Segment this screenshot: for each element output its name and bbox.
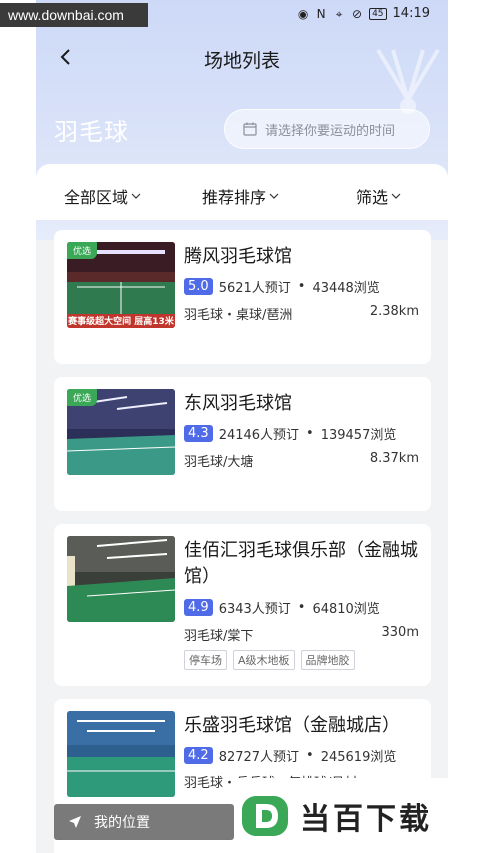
venue-name: 腾风羽毛球馆 xyxy=(184,246,292,267)
venue-distance: 330m xyxy=(381,625,419,640)
time-picker-placeholder: 请选择你要运动的时间 xyxy=(265,123,396,139)
photo-caption: 赛事级超大空间 层高13米 xyxy=(68,317,174,327)
chevron-down-icon xyxy=(131,193,141,199)
status-time: 14:19 xyxy=(392,6,430,21)
venue-photo xyxy=(67,711,175,797)
separator-dot: • xyxy=(306,426,314,441)
venue-name: 乐盛羽毛球馆（金融城店） xyxy=(184,715,400,736)
location-pin-icon: ⌖ xyxy=(335,6,343,21)
view-count: 245619浏览 xyxy=(320,750,397,765)
filter-screen-label: 筛选 xyxy=(356,188,389,207)
venue-tags: 羽毛球/棠下 xyxy=(184,629,254,644)
rating-score: 4.3 xyxy=(184,425,213,442)
filter-sort-label: 推荐排序 xyxy=(202,188,267,207)
chevron-down-icon xyxy=(391,193,401,199)
filter-screen[interactable]: 筛选 xyxy=(356,184,401,208)
brand-text: 当百下载 xyxy=(300,801,432,837)
rating-row: 5.0 5621人预订 • 43448浏览 xyxy=(184,277,380,296)
amenity-tag: 品牌地胶 xyxy=(300,650,355,670)
amenity-tag: 停车场 xyxy=(184,650,227,670)
brand-watermark: 当百下载 xyxy=(234,778,480,853)
view-count: 64810浏览 xyxy=(312,602,380,617)
venue-card[interactable]: 优选 东风羽毛球馆 4.3 24146人预订 • 139457浏览 羽毛球/大塘… xyxy=(54,377,431,511)
chevron-down-icon xyxy=(269,193,279,199)
venue-distance: 2.38km xyxy=(369,304,419,319)
rating-row: 4.2 82727人预订 • 245619浏览 xyxy=(184,746,396,765)
venue-card[interactable]: 优选 赛事级超大空间 层高13米 腾风羽毛球馆 5.0 5621人预订 • 43… xyxy=(54,230,431,364)
booking-count: 5621人预订 xyxy=(218,281,291,296)
venue-name: 东风羽毛球馆 xyxy=(184,393,292,414)
mute-icon: ⊘ xyxy=(352,6,363,21)
my-location-label: 我的位置 xyxy=(94,815,150,831)
rating-row: 4.9 6343人预订 • 64810浏览 xyxy=(184,598,380,617)
rating-score: 5.0 xyxy=(184,278,213,295)
rating-score: 4.2 xyxy=(184,747,213,764)
watermark: www.downbai.com xyxy=(0,3,148,27)
amenity-tag: A级木地板 xyxy=(233,650,295,670)
booking-count: 82727人预订 xyxy=(218,750,300,765)
venue-photo: 优选 xyxy=(67,389,175,475)
booking-count: 6343人预订 xyxy=(218,602,291,617)
navigation-arrow-icon xyxy=(69,816,81,828)
calendar-icon xyxy=(243,122,257,136)
battery-icon: 45 xyxy=(369,7,387,20)
page-title: 场地列表 xyxy=(203,50,280,72)
navbar: 场地列表 xyxy=(36,36,448,80)
eye-icon: ◉ xyxy=(297,6,309,21)
venue-photo: 优选 赛事级超大空间 层高13米 xyxy=(67,242,175,328)
sport-name: 羽毛球 xyxy=(54,118,129,146)
venue-name: 佳佰汇羽毛球俱乐部（金融城馆） xyxy=(184,540,418,587)
featured-badge: 优选 xyxy=(67,242,98,259)
phone-screen: 场地列表 羽毛球 请选择你要运动的时间 全部区域 推荐排序 筛选 优选 赛事级超… xyxy=(36,0,448,853)
rating-row: 4.3 24146人预订 • 139457浏览 xyxy=(184,424,396,443)
filter-bar: 全部区域 推荐排序 筛选 xyxy=(36,164,448,220)
booking-count: 24146人预订 xyxy=(218,428,300,443)
my-location-button[interactable]: 我的位置 xyxy=(54,804,234,840)
venue-distance: 8.37km xyxy=(369,451,419,466)
venue-tags: 羽毛球/大塘 xyxy=(184,455,254,470)
filter-area[interactable]: 全部区域 xyxy=(64,184,141,208)
separator-dot: • xyxy=(297,279,306,294)
venue-photo xyxy=(67,536,175,622)
separator-dot: • xyxy=(297,600,306,615)
nfc-icon: N xyxy=(316,6,326,21)
filter-sort[interactable]: 推荐排序 xyxy=(202,184,279,208)
filter-area-label: 全部区域 xyxy=(64,188,129,207)
amenity-tags: 停车场 A级木地板 品牌地胶 xyxy=(184,650,355,670)
rating-score: 4.9 xyxy=(184,599,213,616)
venue-tags: 羽毛球・桌球/琶洲 xyxy=(184,308,293,323)
view-count: 139457浏览 xyxy=(320,428,397,443)
time-picker[interactable]: 请选择你要运动的时间 xyxy=(224,109,430,149)
view-count: 43448浏览 xyxy=(312,281,380,296)
brand-logo-icon xyxy=(242,795,288,836)
separator-dot: • xyxy=(306,748,314,763)
featured-badge: 优选 xyxy=(67,389,98,406)
venue-card[interactable]: 佳佰汇羽毛球俱乐部（金融城馆） 4.9 6343人预订 • 64810浏览 羽毛… xyxy=(54,524,431,686)
